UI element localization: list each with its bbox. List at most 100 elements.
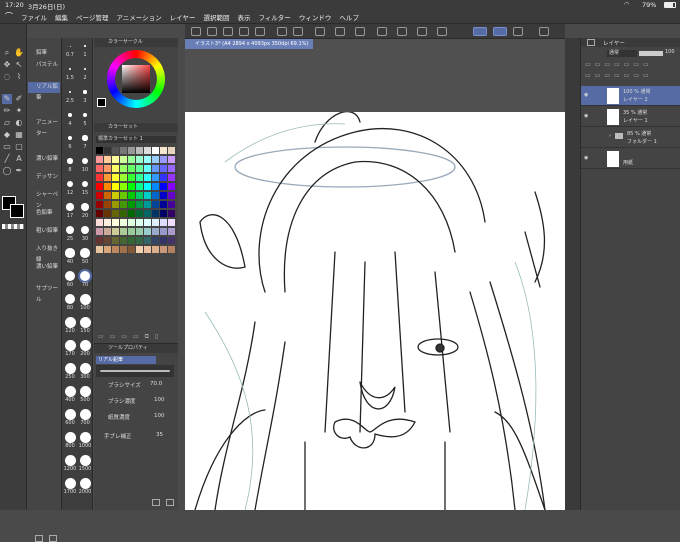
crop-icon[interactable] (377, 27, 387, 36)
brush-size-row[interactable]: ブラシサイズ 70.0 (98, 381, 176, 391)
color-swatch[interactable] (160, 210, 167, 217)
brush-size-dot[interactable] (80, 248, 90, 258)
subtool-real-pencil[interactable]: リアル鉛筆 (28, 82, 60, 101)
color-swatch[interactable] (112, 228, 119, 235)
ruler-tool-icon[interactable]: ╱ (2, 154, 12, 164)
color-swatch[interactable] (152, 192, 159, 199)
subtool-pastel[interactable]: パステル (28, 60, 60, 71)
color-swatch[interactable] (120, 219, 127, 226)
subtool-rough-pencil[interactable]: 粗い鉛筆 (28, 226, 60, 237)
color-swatch[interactable] (168, 183, 175, 190)
color-swatch[interactable] (96, 210, 103, 217)
color-swatch[interactable] (104, 246, 111, 253)
color-swatch[interactable] (112, 219, 119, 226)
color-swatch[interactable] (168, 228, 175, 235)
color-swatch[interactable] (136, 147, 143, 154)
color-swatch[interactable] (112, 201, 119, 208)
color-swatch[interactable] (128, 246, 135, 253)
color-swatch[interactable] (128, 219, 135, 226)
brush-size-dot[interactable] (79, 431, 91, 443)
new-icon[interactable] (191, 27, 201, 36)
color-swatch[interactable] (104, 147, 111, 154)
brush-size-dot[interactable] (65, 248, 75, 258)
color-swatch[interactable] (104, 174, 111, 181)
color-swatch[interactable] (144, 156, 151, 163)
color-swatch[interactable] (160, 201, 167, 208)
color-swatch[interactable] (104, 228, 111, 235)
color-set-toolbar[interactable]: ▭▭▭▭⧉▯ (98, 333, 174, 340)
color-swatch[interactable] (152, 201, 159, 208)
color-swatch[interactable] (136, 228, 143, 235)
color-swatch[interactable] (112, 192, 119, 199)
tool-property-menu-icon[interactable] (166, 499, 174, 506)
color-swatch[interactable] (120, 192, 127, 199)
color-swatch[interactable] (96, 147, 103, 154)
color-swatch[interactable] (128, 165, 135, 172)
menu-filter[interactable]: フィルター (258, 12, 290, 22)
opacity-slider[interactable] (639, 51, 663, 56)
color-swatch[interactable] (120, 165, 127, 172)
color-swatch[interactable] (152, 183, 159, 190)
color-swatch[interactable] (104, 219, 111, 226)
color-swatch[interactable] (168, 147, 175, 154)
color-swatch[interactable] (128, 156, 135, 163)
gradient-icon[interactable]: ▦ (14, 130, 24, 140)
color-swatch[interactable] (144, 228, 151, 235)
color-swatch[interactable] (120, 246, 127, 253)
settings-icon[interactable] (539, 27, 549, 36)
menu-selection[interactable]: 選択範囲 (203, 12, 229, 22)
color-set-selector[interactable]: 標準カラーセット 1 (96, 136, 176, 143)
color-swatch[interactable] (160, 156, 167, 163)
brush-size-dot[interactable] (79, 270, 91, 282)
color-swatch[interactable] (112, 210, 119, 217)
color-swatch[interactable] (160, 237, 167, 244)
folder-row[interactable]: › 85 % 通常 フォルダー 1 (581, 128, 680, 148)
color-swatch[interactable] (96, 192, 103, 199)
select-icon[interactable] (315, 27, 325, 36)
color-swatch[interactable] (128, 183, 135, 190)
sub-color-swatch[interactable] (10, 204, 24, 218)
brush-size-dot[interactable] (64, 477, 76, 489)
zoom-icon[interactable]: ⌕ (2, 48, 12, 58)
lasso-icon[interactable]: ◌ (2, 72, 12, 82)
brush-size-dot[interactable] (83, 67, 87, 71)
brush-size-dot[interactable] (83, 90, 87, 94)
hand-icon[interactable]: ✋ (14, 48, 24, 58)
menu-help[interactable]: ヘルプ (339, 12, 359, 22)
menu-edit[interactable]: 編集 (55, 12, 68, 22)
correct-line-icon[interactable]: ✒ (14, 166, 24, 176)
brush-size-dot[interactable] (66, 203, 74, 211)
eraser-icon[interactable]: ▱ (2, 118, 12, 128)
color-swatch[interactable] (152, 165, 159, 172)
text-icon[interactable]: A (14, 154, 24, 164)
color-swatch[interactable] (144, 147, 151, 154)
redo-icon[interactable] (255, 27, 265, 36)
menu-view[interactable]: 表示 (237, 12, 250, 22)
color-swatch[interactable] (152, 210, 159, 217)
app-logo-icon[interactable]: ⌒ (5, 11, 13, 22)
balloon-icon[interactable]: ◯ (2, 166, 12, 176)
color-swatch[interactable] (160, 147, 167, 154)
transform-icon[interactable] (293, 27, 303, 36)
undo-icon[interactable] (239, 27, 249, 36)
brush-size-dot[interactable] (79, 293, 91, 305)
color-swatch[interactable] (144, 174, 151, 181)
paper-layer-row[interactable]: ◉ 用紙 (581, 149, 680, 169)
color-swatch[interactable] (128, 201, 135, 208)
ruler-icon[interactable] (417, 27, 427, 36)
color-swatch[interactable] (96, 228, 103, 235)
brush-size-dot[interactable] (67, 135, 73, 141)
saturation-value-square[interactable] (122, 65, 150, 93)
open-icon[interactable] (207, 27, 217, 36)
transparent-color-swatch[interactable] (2, 224, 24, 229)
color-swatch[interactable] (96, 246, 103, 253)
brush-size-dot[interactable] (64, 454, 76, 466)
color-swatch[interactable] (104, 156, 111, 163)
color-swatch[interactable] (136, 219, 143, 226)
color-swatch[interactable] (96, 201, 103, 208)
color-swatch[interactable] (104, 192, 111, 199)
color-swatch[interactable] (112, 174, 119, 181)
layer-toolbar-row-1[interactable]: ▭▭▭▭▭▭▭ (585, 61, 677, 69)
color-swatch[interactable] (136, 246, 143, 253)
visibility-icon[interactable]: ◉ (584, 155, 588, 161)
